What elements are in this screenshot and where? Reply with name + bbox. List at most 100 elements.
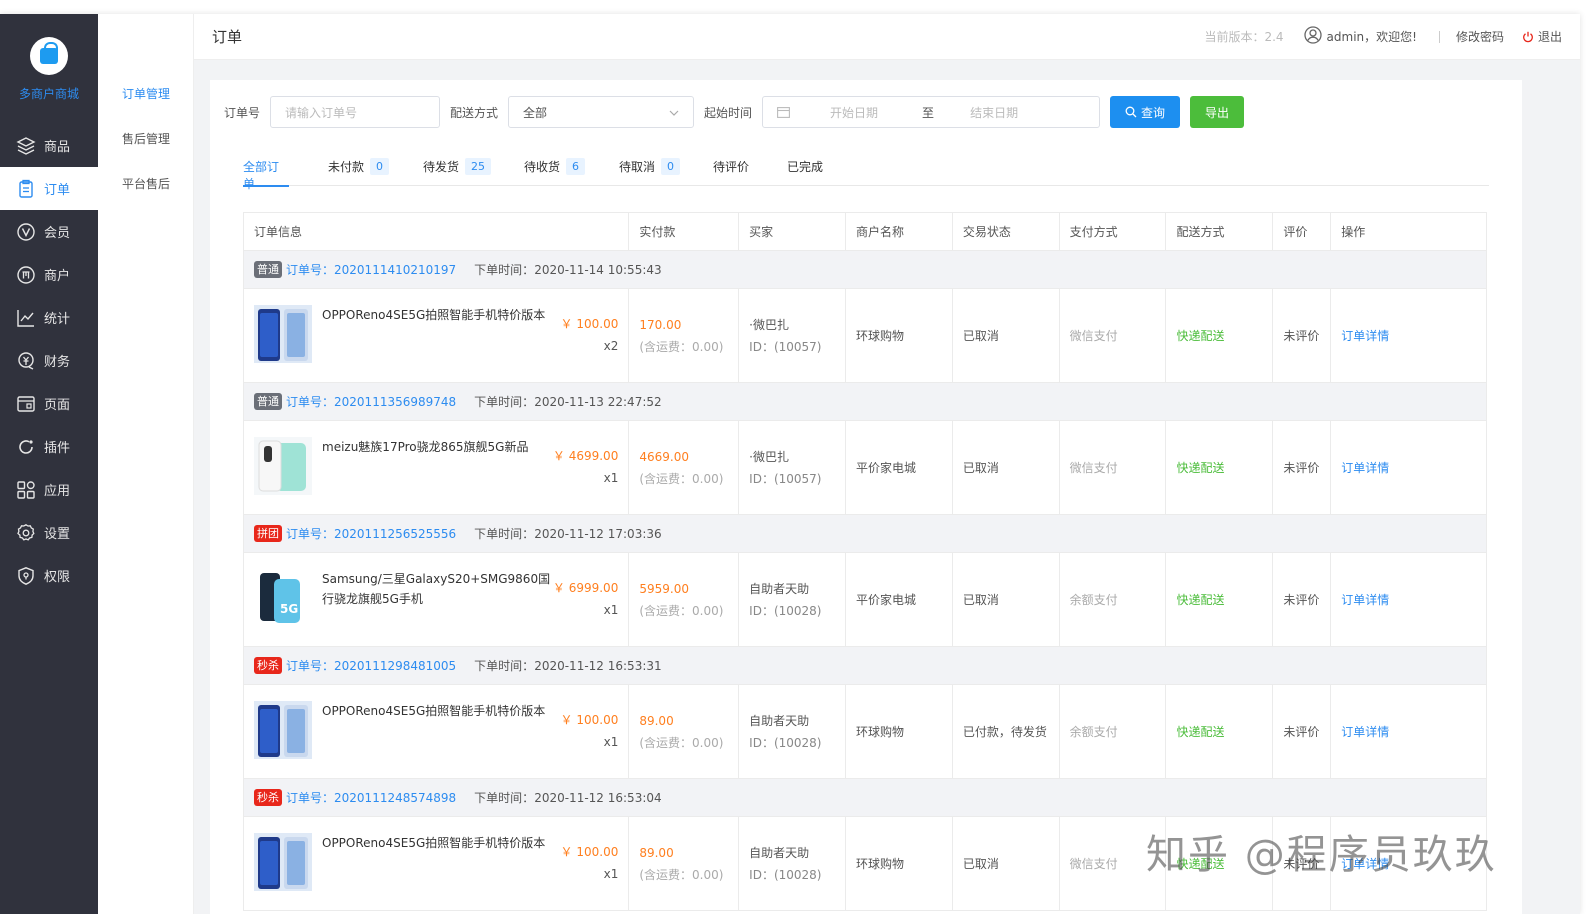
time-label: 起始时间 <box>704 105 753 120</box>
buyer-cell: 自助者天助 ID：(10028) <box>739 817 846 910</box>
order-detail-link[interactable]: 订单详情 <box>1341 855 1486 872</box>
order-no[interactable]: 2020111298481005 <box>334 659 456 673</box>
filter-bar: 订单号 请输入订单号 配送方式 全部 起始时间 开始日期 至 结束日期 查询 导… <box>224 96 1245 128</box>
product-image: 5G <box>254 569 312 627</box>
unit-price: ￥ 4699.00 <box>552 449 619 463</box>
sidebar-item-clipboard[interactable]: 订单 <box>0 167 98 210</box>
tab-label: 待发货 <box>423 160 460 174</box>
change-password-link[interactable]: 修改密码 <box>1456 28 1504 45</box>
order-status: 已取消 <box>953 289 1060 382</box>
page-title: 订单 <box>212 28 243 46</box>
sidebar-item-label: 商户 <box>44 269 71 284</box>
query-button[interactable]: 查询 <box>1110 96 1181 128</box>
order-time-label: 下单时间： <box>474 791 535 805</box>
submenu-after-sales[interactable]: 售后管理 <box>98 117 193 162</box>
submenu-platform-after-sales[interactable]: 平台售后 <box>98 162 193 207</box>
order-panel: 订单号 请输入订单号 配送方式 全部 起始时间 开始日期 至 结束日期 查询 导… <box>210 80 1522 914</box>
sidebar-item-chart[interactable]: 统计 <box>0 296 98 339</box>
tab-1[interactable]: 未付款 0 <box>328 152 423 186</box>
sidebar-item-plugin[interactable]: 插件 <box>0 425 98 468</box>
table-row: OPPOReno4SE5G拍照智能手机特价版本 ￥ 100.00 x2 170.00 (… <box>244 289 1486 383</box>
action-cell: 订单详情 <box>1331 421 1486 514</box>
unit-price: ￥ 100.00 <box>560 713 619 727</box>
merchant-name: 环球购物 <box>846 817 953 910</box>
chevron-down-icon <box>669 105 679 119</box>
tab-count-badge: 25 <box>465 158 492 175</box>
merchant-name: 平价家电城 <box>846 421 953 514</box>
order-no-label: 订单号： <box>286 659 335 673</box>
unit-price: ￥ 100.00 <box>560 845 619 859</box>
delivery-label: 配送方式 <box>450 105 499 120</box>
brand: 多商户商城 <box>0 14 98 124</box>
quantity: x1 <box>603 603 619 617</box>
order-group-header: 秒杀 订单号： 2020111298481005 下单时间： 2020-11-12 16… <box>244 647 1486 685</box>
buyer-cell: 自助者天助 ID：(10028) <box>739 553 846 646</box>
order-detail-link[interactable]: 订单详情 <box>1341 723 1486 740</box>
order-detail-link[interactable]: 订单详情 <box>1341 591 1486 608</box>
sidebar-item-page[interactable]: 页面 <box>0 382 98 425</box>
submenu-order-management[interactable]: 订单管理 <box>98 72 193 117</box>
sidebar-item-apps[interactable]: 应用 <box>0 468 98 511</box>
tab-label: 待评价 <box>713 160 750 174</box>
date-range-picker[interactable]: 开始日期 至 结束日期 <box>762 96 1101 128</box>
buyer-id: ID：(10028) <box>749 735 822 750</box>
sidebar-item-label: 页面 <box>44 398 71 413</box>
payment-method: 微信支付 <box>1060 817 1167 910</box>
product-image <box>254 305 312 363</box>
sidebar-item-label: 财务 <box>44 355 71 370</box>
user-menu[interactable]: admin，欢迎您! <box>1303 26 1417 47</box>
order-no[interactable]: 2020111248574898 <box>334 791 456 805</box>
vip-icon <box>16 222 36 242</box>
product-name: OPPOReno4SE5G拍照智能手机特价版本 <box>322 836 546 850</box>
table-row: 5G Samsung/三星GalaxyS20+SMG9860国行骁龙旗舰5G手机 ￥… <box>244 553 1486 647</box>
tab-label: 已完成 <box>787 160 824 174</box>
buyer-id: ID：(10028) <box>749 867 822 882</box>
delivery-method: 快递配送 <box>1166 685 1274 778</box>
unit-price-block: ￥ 100.00 x1 <box>561 709 619 753</box>
tab-label: 待收货 <box>524 160 561 174</box>
order-status: 已取消 <box>953 817 1060 910</box>
paid-cell: 5959.00 (含运费：0.00) <box>629 553 740 646</box>
svg-text:5G: 5G <box>280 602 298 616</box>
order-detail-link[interactable]: 订单详情 <box>1341 327 1486 344</box>
tab-5[interactable]: 待评价 <box>713 152 787 186</box>
tab-6[interactable]: 已完成 <box>787 152 857 186</box>
sidebar-item-merchant[interactable]: 商户 <box>0 253 98 296</box>
tab-0[interactable]: 全部订单 <box>243 152 289 191</box>
sidebar-item-vip[interactable]: 会员 <box>0 210 98 253</box>
order-no[interactable]: 2020111256525556 <box>334 527 456 541</box>
sidebar-item-gear[interactable]: 设置 <box>0 511 98 554</box>
tab-2[interactable]: 待发货 25 <box>423 152 524 186</box>
order-no-input[interactable]: 请输入订单号 <box>270 96 441 128</box>
review-status: 未评价 <box>1273 685 1332 778</box>
buyer-id: ID：(10057) <box>749 339 822 354</box>
sidebar-item-finance[interactable]: 财务 <box>0 339 98 382</box>
review-status: 未评价 <box>1273 817 1332 910</box>
paid-amount: 89.00 <box>639 713 674 728</box>
sidebar-item-layers[interactable]: 商品 <box>0 124 98 167</box>
merchant-icon <box>16 265 36 285</box>
merchant-name: 平价家电城 <box>846 553 953 646</box>
order-detail-link[interactable]: 订单详情 <box>1341 459 1486 476</box>
shipping-fee: (含运费：0.00) <box>639 339 724 354</box>
sidebar-item-label: 商品 <box>44 140 71 155</box>
export-button[interactable]: 导出 <box>1190 96 1245 128</box>
paid-amount: 170.00 <box>639 317 682 332</box>
power-icon <box>1522 31 1534 43</box>
column-header: 订单信息 <box>244 213 630 250</box>
order-no-placeholder: 请输入订单号 <box>285 105 358 120</box>
unit-price-block: ￥ 6999.00 x1 <box>553 577 618 621</box>
column-header: 实付款 <box>629 213 740 250</box>
delivery-method: 快递配送 <box>1166 289 1274 382</box>
sidebar-item-shield[interactable]: 权限 <box>0 554 98 597</box>
tab-count-badge: 0 <box>370 158 390 175</box>
merchant-name: 环球购物 <box>846 685 953 778</box>
column-header: 评价 <box>1273 213 1332 250</box>
buyer-id: ID：(10028) <box>749 603 822 618</box>
delivery-select[interactable]: 全部 <box>508 96 695 128</box>
logout-button[interactable]: 退出 <box>1522 28 1562 45</box>
order-no[interactable]: 2020111410210197 <box>334 263 456 277</box>
order-no[interactable]: 2020111356989748 <box>334 395 456 409</box>
tab-3[interactable]: 待收货 6 <box>524 152 619 186</box>
tab-4[interactable]: 待取消 0 <box>619 152 713 186</box>
